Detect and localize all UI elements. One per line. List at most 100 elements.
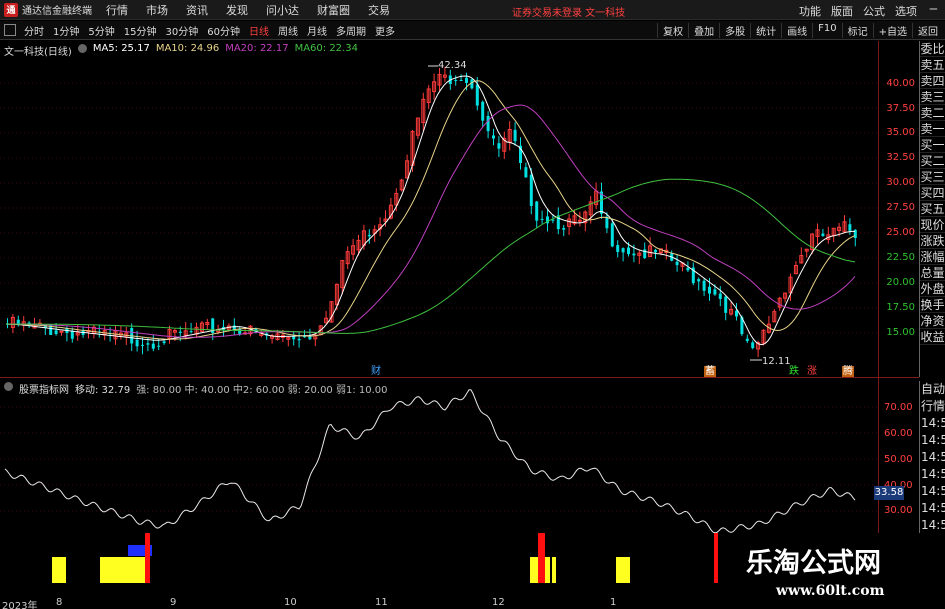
- sub-tick: 70.00: [884, 402, 913, 413]
- candle-body: [59, 330, 64, 333]
- quote-panel-item[interactable]: 现价: [920, 217, 945, 233]
- quote-panel-item[interactable]: 委比: [920, 41, 945, 57]
- candle-body: [654, 249, 657, 253]
- price-tick: 17.50: [886, 302, 915, 313]
- candle-body: [848, 224, 852, 231]
- quote-panel-item[interactable]: 卖一: [920, 121, 945, 137]
- signal-bar-yellow: [52, 557, 66, 583]
- candle-body: [465, 77, 468, 83]
- quote-panel-item[interactable]: 卖五: [920, 57, 945, 73]
- date-label: 9: [170, 597, 177, 608]
- quote-panel: 委比 卖五 卖四 卖三 卖二 卖一 买一 买二 买三 买四 买五 现价 涨跌 涨幅 总量 外盘 换手 净资 收益: [919, 41, 945, 377]
- ma10-value: MA10: 24.96: [155, 43, 220, 54]
- indicator-params: 强: 80.00 中: 40.00 中2: 60.00 弱: 20.00 弱1:…: [136, 385, 388, 396]
- price-tick: 27.50: [886, 202, 915, 213]
- candle-body: [135, 339, 139, 347]
- indicator-name: 股票指标网: [19, 385, 69, 396]
- candle-body: [459, 80, 463, 82]
- stock-name: 文一科技(日线): [4, 47, 72, 58]
- sub-settings-icon[interactable]: [4, 382, 13, 391]
- watermark-title: 乐淘公式网: [746, 548, 881, 579]
- quote-panel-item[interactable]: 卖三: [920, 89, 945, 105]
- candle-body: [189, 331, 193, 333]
- tick-panel-item: 14:50: [921, 518, 945, 532]
- date-label: 1: [610, 597, 617, 608]
- price-tick: 22.50: [886, 252, 915, 263]
- quote-panel-item[interactable]: 外盘: [920, 281, 945, 297]
- signal-bar-red: [145, 533, 150, 583]
- candle-body: [524, 167, 528, 178]
- badge-die: 跌: [789, 366, 799, 377]
- candle-body: [492, 135, 495, 139]
- quote-panel-item[interactable]: 卖四: [920, 73, 945, 89]
- price-tick: 30.00: [886, 177, 915, 188]
- candle-body: [616, 245, 620, 252]
- candle-body: [702, 280, 706, 291]
- ma5-value: MA5: 25.17: [92, 43, 150, 54]
- settings-dot-icon[interactable]: [77, 44, 87, 53]
- quote-panel-item[interactable]: 卖二: [920, 105, 945, 121]
- price-axis: 40.00 37.50 35.00 32.50 30.00 27.50 25.0…: [879, 41, 919, 377]
- candle-body: [610, 223, 614, 247]
- sub-tick: 60.00: [884, 428, 913, 439]
- main-legend: 文一科技(日线) MA5: 25.17 MA10: 24.96 MA20: 22…: [4, 43, 358, 58]
- candle-body: [151, 343, 155, 349]
- quote-panel-item[interactable]: 净资: [920, 313, 945, 329]
- sub-current-value: 33.58: [874, 486, 904, 500]
- watermark: 乐淘公式网 www.60lt.com: [718, 533, 945, 609]
- chart-canvas[interactable]: [0, 0, 945, 609]
- candle-body: [605, 216, 609, 229]
- quote-panel-item[interactable]: 涨跌: [920, 233, 945, 249]
- candle-body: [297, 338, 301, 341]
- quote-panel-item[interactable]: 涨幅: [920, 249, 945, 265]
- quote-panel-item[interactable]: 买三: [920, 169, 945, 185]
- badge-xu: 蓄: [704, 366, 716, 377]
- candle-body: [481, 101, 485, 121]
- quote-panel-item[interactable]: 买五: [920, 201, 945, 217]
- candle-body: [577, 219, 582, 222]
- ma5-line: [5, 75, 855, 346]
- high-price-label: 42.34: [438, 60, 467, 71]
- candle-body: [141, 344, 144, 346]
- quote-panel-item[interactable]: 买二: [920, 153, 945, 169]
- quote-panel-item[interactable]: 收益: [920, 329, 945, 345]
- low-price-label: 12.11: [762, 356, 791, 367]
- signal-bar-yellow: [616, 557, 630, 583]
- sub-legend: 股票指标网 移动: 32.79 强: 80.00 中: 40.00 中2: 60…: [4, 381, 388, 396]
- candle-body: [70, 331, 74, 339]
- candle-body: [632, 253, 636, 256]
- indicator-value: 移动: 32.79: [75, 385, 131, 396]
- ma60-value: MA60: 22.34: [294, 43, 358, 54]
- candle-body: [708, 286, 711, 294]
- quote-panel-item[interactable]: 总量: [920, 265, 945, 281]
- candle-body: [292, 336, 296, 340]
- sub-tick: 30.00: [884, 505, 913, 516]
- tick-panel-item: 自动: [921, 382, 945, 396]
- signal-bar-yellow: [552, 557, 556, 583]
- candle-body: [675, 261, 679, 266]
- badge-zhang: 涨: [807, 366, 817, 377]
- candle-body: [367, 234, 371, 237]
- candle-body: [821, 233, 825, 237]
- quote-panel-item[interactable]: 换手: [920, 297, 945, 313]
- candle-body: [621, 248, 625, 253]
- quote-panel-item[interactable]: 买一: [920, 137, 945, 153]
- candle-body: [697, 279, 701, 282]
- candle-body: [54, 330, 58, 334]
- candle-body: [724, 296, 728, 313]
- candle-body: [146, 343, 150, 345]
- candle-body: [745, 338, 749, 342]
- price-tick: 15.00: [886, 327, 915, 338]
- price-tick: 35.00: [886, 127, 915, 138]
- badge-teng: 腾: [842, 366, 854, 377]
- candle-body: [686, 267, 690, 271]
- candle-body: [475, 84, 479, 106]
- candle-body: [540, 218, 544, 220]
- date-label: 12: [492, 597, 505, 608]
- candle-body: [535, 201, 539, 221]
- ma20-value: MA20: 22.17: [225, 43, 289, 54]
- quote-panel-item[interactable]: 买四: [920, 185, 945, 201]
- price-tick: 37.50: [886, 103, 915, 114]
- date-label: 10: [284, 597, 297, 608]
- candle-body: [157, 345, 161, 347]
